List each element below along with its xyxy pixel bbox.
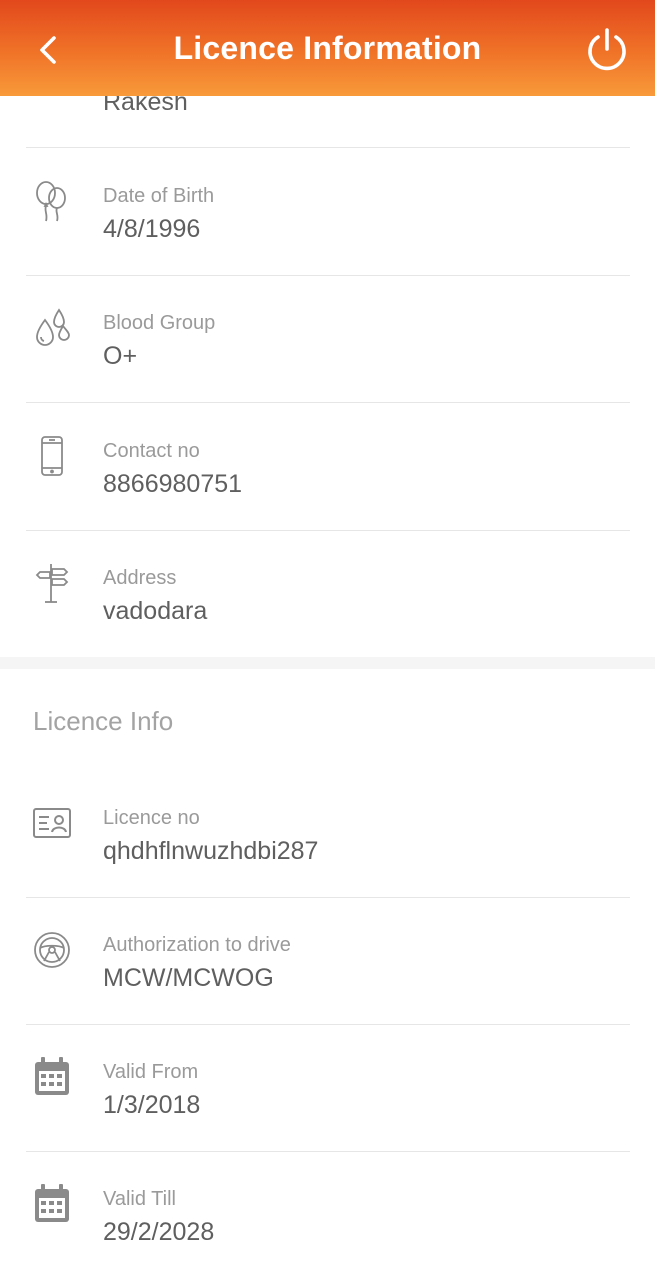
blood-group-row: Blood Group O+ [26, 276, 630, 403]
valid-till-row: Valid Till 29/2/2028 [26, 1152, 630, 1279]
content-scroll[interactable]: Rakesh Date of Birth 4/8/1996 Blood Grou… [0, 0, 655, 1280]
section-divider [0, 657, 655, 669]
dob-value: 4/8/1996 [103, 215, 201, 243]
page-title: Licence Information [173, 30, 482, 66]
valid-from-row: Valid From 1/3/2018 [26, 1025, 630, 1152]
address-value: vadodara [103, 597, 208, 625]
app-header: Licence Information [0, 0, 655, 96]
licence-no-row: Licence no qhdhflnwuzhdbi287 [26, 771, 630, 898]
contact-label: Contact no [103, 440, 200, 462]
contact-row: Contact no 8866980751 [26, 404, 630, 531]
valid-till-value: 29/2/2028 [103, 1218, 215, 1246]
address-row: Address vadodara [26, 531, 630, 658]
dob-row: Date of Birth 4/8/1996 [26, 149, 630, 276]
balloons-icon [30, 179, 74, 223]
licence-no-label: Licence no [103, 807, 200, 829]
blood-drops-icon [30, 306, 74, 350]
dob-label: Date of Birth [103, 185, 215, 207]
licence-info-heading: Licence Info [33, 706, 174, 736]
steering-wheel-icon [30, 928, 74, 972]
authorization-value: MCW/MCWOG [103, 964, 274, 992]
valid-from-label: Valid From [103, 1061, 199, 1083]
contact-value: 8866980751 [103, 470, 243, 498]
logout-button[interactable] [583, 27, 631, 78]
address-label: Address [103, 567, 177, 589]
id-card-icon [30, 801, 74, 845]
phone-icon [30, 434, 74, 478]
calendar-icon [30, 1055, 74, 1099]
valid-from-value: 1/3/2018 [103, 1091, 201, 1119]
blood-group-label: Blood Group [103, 312, 216, 334]
valid-till-label: Valid Till [103, 1188, 176, 1210]
calendar-icon [30, 1182, 74, 1226]
licence-no-value: qhdhflnwuzhdbi287 [103, 837, 319, 865]
power-icon [584, 27, 630, 78]
authorization-label: Authorization to drive [103, 934, 291, 956]
authorization-row: Authorization to drive MCW/MCWOG [26, 898, 630, 1025]
blood-group-value: O+ [103, 342, 138, 370]
signpost-icon [30, 561, 74, 605]
